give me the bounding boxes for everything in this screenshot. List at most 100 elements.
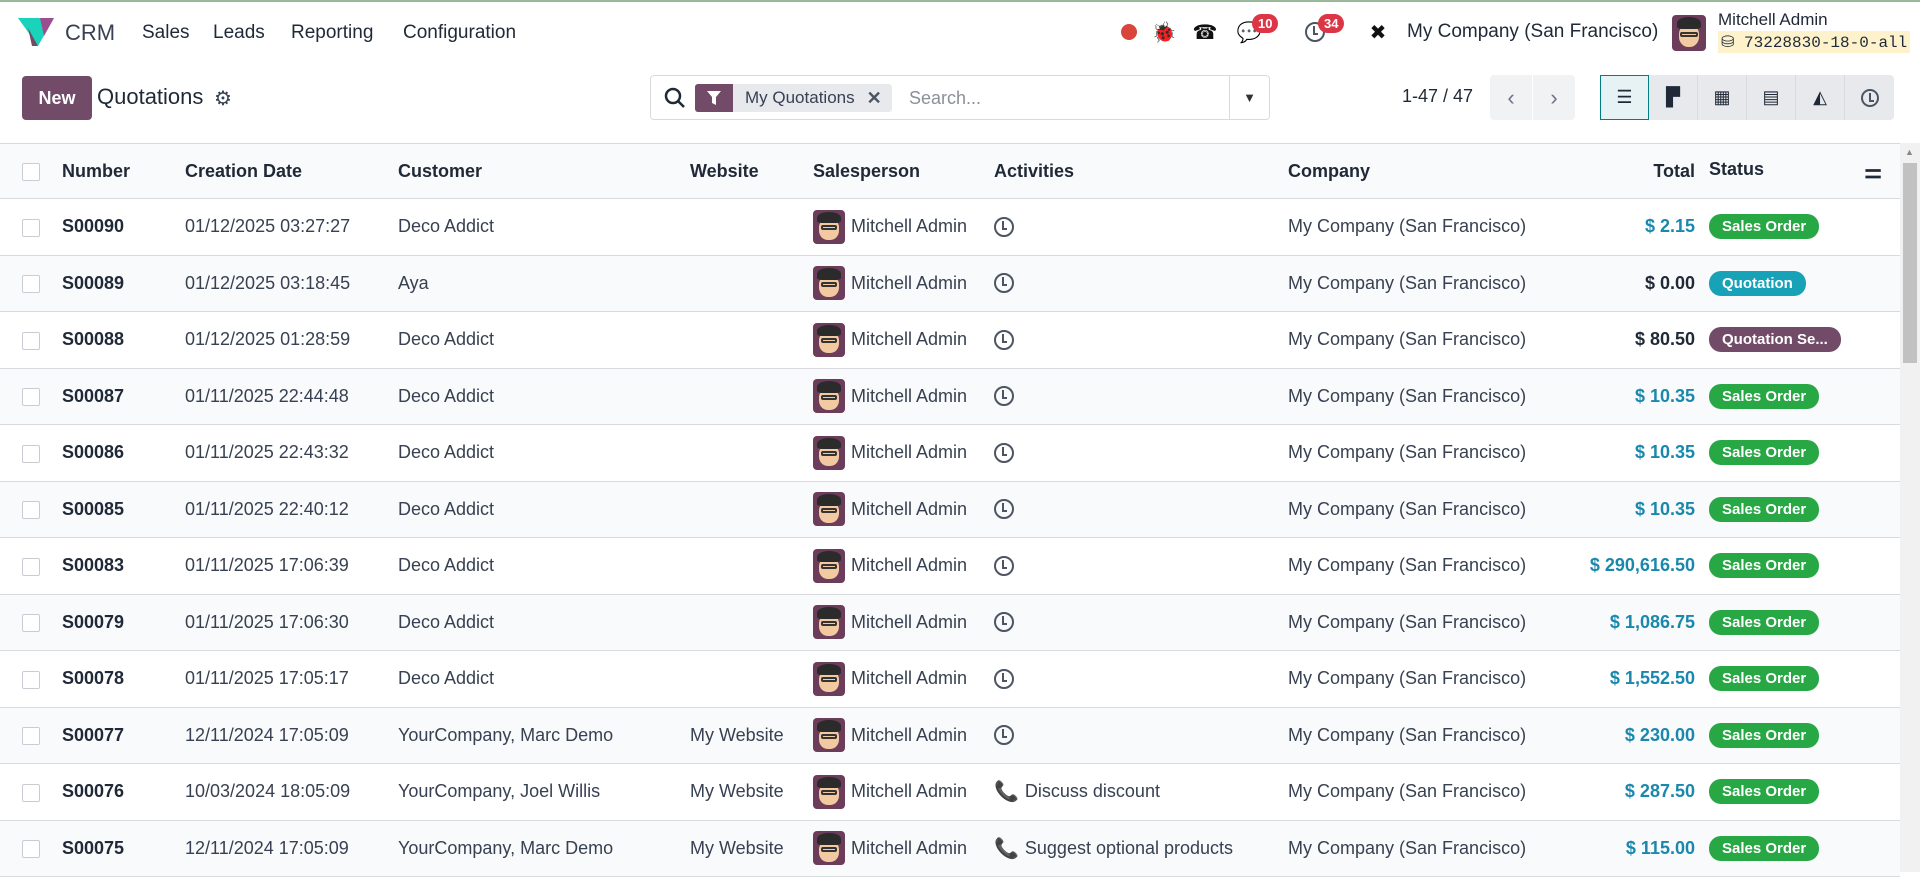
- messages-badge: 10: [1252, 14, 1279, 33]
- pager-next-button[interactable]: ›: [1533, 75, 1575, 120]
- table-row[interactable]: S00090 01/12/2025 03:27:27 Deco Addict M…: [0, 199, 1900, 255]
- activity-clock-icon[interactable]: [994, 725, 1014, 746]
- activity-view-icon[interactable]: [1845, 75, 1894, 120]
- menu-reporting[interactable]: Reporting: [291, 22, 373, 44]
- pager-value[interactable]: 1-47 / 47: [1402, 86, 1473, 107]
- bug-icon[interactable]: 🐞: [1152, 20, 1177, 44]
- salesperson-avatar[interactable]: [813, 548, 845, 583]
- list-view-icon[interactable]: ☰: [1600, 75, 1649, 120]
- optional-columns-icon[interactable]: ⚌: [1864, 159, 1882, 184]
- activity-clock-icon[interactable]: [994, 499, 1014, 520]
- salesperson-avatar[interactable]: [813, 831, 845, 866]
- calendar-view-icon[interactable]: ▦: [1698, 75, 1747, 120]
- row-checkbox[interactable]: [22, 670, 40, 689]
- activity-clock-icon[interactable]: [994, 555, 1014, 576]
- col-number[interactable]: Number: [62, 144, 185, 199]
- remove-facet-icon[interactable]: ✕: [867, 88, 892, 109]
- activity-clock-icon[interactable]: [994, 668, 1014, 689]
- phone-activity-icon[interactable]: 📞: [994, 836, 1019, 861]
- user-name[interactable]: Mitchell Admin: [1718, 10, 1828, 30]
- row-checkbox[interactable]: [22, 783, 40, 802]
- salesperson-avatar[interactable]: [813, 266, 845, 301]
- gear-icon[interactable]: ⚙: [214, 86, 232, 111]
- phone-icon[interactable]: ☎: [1193, 20, 1218, 44]
- website: [690, 651, 813, 708]
- salesperson-avatar[interactable]: [813, 661, 845, 696]
- creation-date: 01/11/2025 17:06:39: [185, 555, 349, 576]
- col-activities[interactable]: Activities: [994, 144, 1288, 199]
- row-checkbox[interactable]: [22, 218, 40, 237]
- kanban-view-icon[interactable]: ▛: [1649, 75, 1698, 120]
- col-website[interactable]: Website: [690, 144, 813, 199]
- user-avatar[interactable]: [1672, 15, 1706, 51]
- salesperson-avatar[interactable]: [813, 605, 845, 640]
- search-options-toggle[interactable]: ▼: [1229, 76, 1269, 119]
- search-icon[interactable]: [663, 86, 687, 110]
- new-button[interactable]: New: [22, 76, 92, 120]
- table-row[interactable]: S00089 01/12/2025 03:18:45 Aya Mitchell …: [0, 255, 1900, 312]
- activity-clock-icon[interactable]: [994, 612, 1014, 633]
- salesperson-avatar[interactable]: [813, 379, 845, 414]
- pivot-view-icon[interactable]: ▤: [1747, 75, 1796, 120]
- scrollbar[interactable]: ▲: [1900, 143, 1920, 872]
- table-row[interactable]: S00078 01/11/2025 17:05:17 Deco Addict M…: [0, 651, 1900, 708]
- col-total[interactable]: Total: [1588, 144, 1695, 199]
- tools-icon[interactable]: ✖: [1366, 20, 1390, 44]
- row-checkbox[interactable]: [22, 275, 40, 293]
- salesperson-avatar[interactable]: [813, 209, 845, 244]
- menu-sales[interactable]: Sales: [142, 22, 190, 44]
- salesperson-avatar[interactable]: [813, 435, 845, 470]
- company-switcher[interactable]: My Company (San Francisco): [1407, 21, 1658, 43]
- activity-summary[interactable]: Suggest optional products: [1025, 838, 1233, 859]
- col-status[interactable]: Status: [1709, 159, 1764, 179]
- pager-previous-button[interactable]: ‹: [1490, 75, 1532, 120]
- table-row[interactable]: S00086 01/11/2025 22:43:32 Deco Addict M…: [0, 425, 1900, 481]
- col-salesperson[interactable]: Salesperson: [813, 144, 994, 199]
- salesperson-avatar[interactable]: [813, 774, 845, 809]
- activity-clock-icon[interactable]: [994, 329, 1014, 350]
- company: My Company (San Francisco): [1288, 668, 1527, 689]
- menu-leads[interactable]: Leads: [213, 22, 265, 44]
- salesperson-avatar[interactable]: [813, 718, 845, 753]
- table-row[interactable]: S00077 12/11/2024 17:05:09 YourCompany, …: [0, 707, 1900, 764]
- menu-configuration[interactable]: Configuration: [403, 22, 516, 44]
- row-checkbox[interactable]: [22, 840, 40, 858]
- scrollbar-thumb[interactable]: [1903, 163, 1917, 363]
- activity-clock-icon[interactable]: [994, 216, 1014, 237]
- table-row[interactable]: S00079 01/11/2025 17:06:30 Deco Addict M…: [0, 594, 1900, 651]
- salesperson: Mitchell Admin: [851, 611, 968, 632]
- col-company[interactable]: Company: [1288, 144, 1588, 199]
- table-row[interactable]: S00075 12/11/2024 17:05:09 YourCompany, …: [0, 820, 1900, 877]
- order-number: S00077: [62, 724, 125, 745]
- crm-logo-icon[interactable]: [18, 18, 54, 46]
- col-customer[interactable]: Customer: [398, 144, 690, 199]
- activity-clock-icon[interactable]: [994, 442, 1014, 463]
- salesperson-avatar[interactable]: [813, 322, 845, 357]
- record-icon[interactable]: [1117, 20, 1141, 44]
- col-creation-date[interactable]: Creation Date: [185, 144, 398, 199]
- table-row[interactable]: S00083 01/11/2025 17:06:39 Deco Addict M…: [0, 538, 1900, 594]
- select-all-checkbox[interactable]: [22, 162, 40, 181]
- search-input[interactable]: [909, 84, 1229, 112]
- activity-clock-icon[interactable]: [994, 386, 1014, 407]
- row-checkbox[interactable]: [22, 727, 40, 745]
- row-checkbox[interactable]: [22, 444, 40, 463]
- customer: Deco Addict: [398, 668, 495, 689]
- activity-clock-icon[interactable]: [994, 273, 1014, 294]
- table-row[interactable]: S00088 01/12/2025 01:28:59 Deco Addict M…: [0, 312, 1900, 368]
- activity-summary[interactable]: Discuss discount: [1025, 781, 1160, 802]
- table-row[interactable]: S00087 01/11/2025 22:44:48 Deco Addict M…: [0, 368, 1900, 425]
- app-name[interactable]: CRM: [65, 20, 115, 46]
- graph-view-icon[interactable]: ◭: [1796, 75, 1845, 120]
- row-checkbox[interactable]: [22, 501, 40, 519]
- table-row[interactable]: S00076 10/03/2024 18:05:09 YourCompany, …: [0, 764, 1900, 820]
- scroll-up-icon[interactable]: ▲: [1905, 147, 1914, 157]
- phone-activity-icon[interactable]: 📞: [994, 779, 1019, 804]
- row-checkbox[interactable]: [22, 557, 40, 576]
- row-checkbox[interactable]: [22, 331, 40, 350]
- table-row[interactable]: S00085 01/11/2025 22:40:12 Deco Addict M…: [0, 481, 1900, 538]
- row-checkbox[interactable]: [22, 388, 40, 406]
- row-checkbox[interactable]: [22, 614, 40, 632]
- salesperson-avatar[interactable]: [813, 492, 845, 527]
- creation-date: 12/11/2024 17:05:09: [185, 837, 349, 858]
